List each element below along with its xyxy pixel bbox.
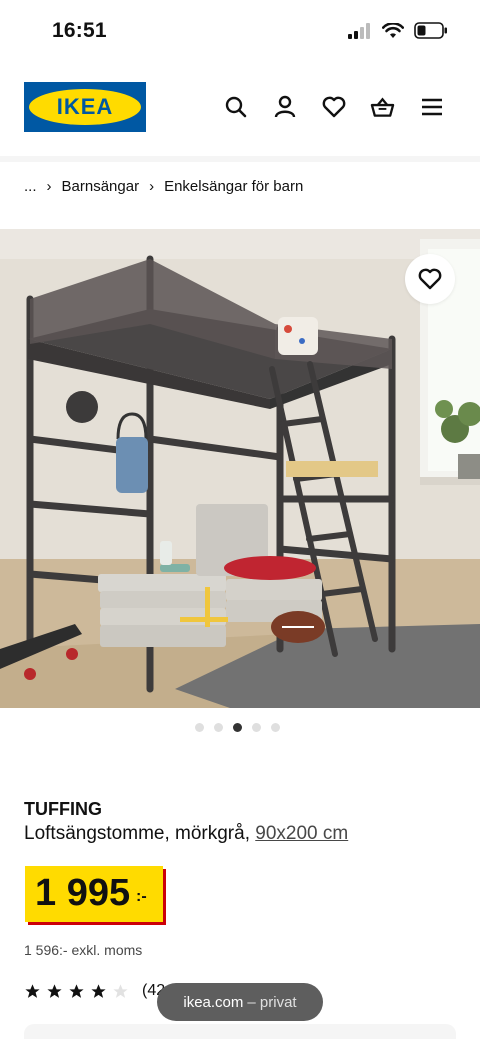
heart-icon [418, 268, 442, 290]
status-bar: 16:51 [0, 0, 480, 62]
battery-icon [414, 22, 447, 39]
price-suffix: :- [136, 888, 147, 905]
gallery-dot[interactable] [271, 723, 280, 732]
product-name: TUFFING [24, 799, 102, 819]
product-size-link[interactable]: 90x200 cm [255, 823, 348, 844]
site-header: IKEA [0, 62, 480, 156]
basket-icon[interactable] [370, 94, 395, 119]
gallery-dot[interactable] [195, 723, 204, 732]
breadcrumb: ... › Barnsängar › Enkelsängar för barn [24, 178, 303, 195]
star-icon [91, 983, 106, 998]
chevron-right-icon: › [46, 178, 52, 195]
search-icon[interactable] [223, 94, 248, 119]
heart-icon[interactable] [321, 94, 346, 119]
signal-icon [348, 22, 370, 39]
account-icon[interactable] [272, 94, 297, 119]
price-excl-vat: 1 596:- exkl. moms [24, 942, 143, 958]
rating[interactable]: (42 [24, 982, 165, 1000]
product-image[interactable] [0, 229, 480, 708]
price-tag: 1 995 :- [25, 866, 163, 922]
gallery-dot[interactable] [214, 723, 223, 732]
star-icon [47, 983, 62, 998]
bottom-card [24, 1024, 456, 1039]
header-nav [223, 94, 444, 119]
star-icon [25, 983, 40, 998]
gallery-pagination [195, 723, 280, 732]
gallery-dot[interactable] [252, 723, 261, 732]
logo-text: IKEA [56, 94, 114, 119]
product-description: Loftsängstomme, mörkgrå, 90x200 cm [24, 823, 348, 845]
menu-icon[interactable] [419, 94, 444, 119]
star-icon [69, 983, 84, 998]
wifi-icon [382, 22, 404, 38]
url-private-label: – privat [247, 993, 297, 1011]
ikea-logo[interactable]: IKEA [24, 82, 146, 132]
breadcrumb-item-barnsangar[interactable]: Barnsängar [62, 178, 140, 195]
price-value: 1 995 [35, 872, 131, 914]
status-time: 16:51 [52, 19, 107, 42]
chevron-right-icon: › [149, 178, 155, 195]
header-divider [0, 156, 480, 162]
favorite-button[interactable] [405, 254, 455, 304]
url-domain: ikea.com [183, 993, 244, 1011]
gallery-dot-active[interactable] [233, 723, 242, 732]
star-empty-icon [113, 983, 128, 998]
browser-url-pill[interactable]: ikea.com – privat [157, 983, 323, 1021]
logo-oval: IKEA [29, 89, 141, 125]
breadcrumb-ellipsis[interactable]: ... [24, 178, 37, 195]
status-icons [348, 22, 448, 39]
product-description-text: Loftsängstomme, mörkgrå, [24, 823, 250, 844]
breadcrumb-item-enkelsangar[interactable]: Enkelsängar för barn [164, 178, 303, 195]
